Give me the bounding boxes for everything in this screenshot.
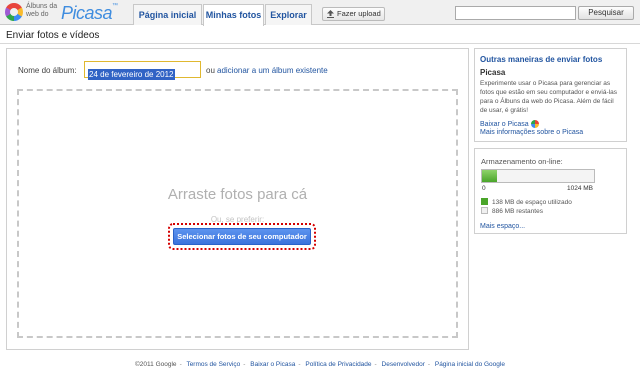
search-input[interactable]: [455, 6, 576, 20]
footer-privacy-link[interactable]: Política de Privacidade: [305, 361, 371, 368]
upload-button-label: Fazer upload: [337, 9, 381, 18]
footer-copyright: ©2011 Google: [135, 361, 177, 368]
album-name-value: 24 de fevereiro de 2012: [88, 69, 175, 80]
picasa-logo-icon: [5, 3, 23, 21]
select-photos-button[interactable]: Selecionar fotos de seu computador: [173, 228, 311, 245]
storage-title: Armazenamento on-line:: [481, 157, 563, 166]
logo-brand-text: Picasa: [61, 3, 113, 23]
storage-used-legend: 138 MB de espaço utilizado: [481, 198, 572, 206]
picasa-mini-icon: [531, 120, 539, 128]
upload-arrow-icon: [327, 10, 334, 18]
drop-zone[interactable]: Arraste fotos para cá Ou, se preferir: S…: [17, 89, 458, 338]
tab-explore[interactable]: Explorar: [265, 4, 312, 25]
footer: ©2011 Google - Termos de Serviço - Baixar …: [135, 361, 505, 368]
storage-progress-fill: [482, 170, 498, 182]
storage-free-legend: 886 MB restantes: [481, 207, 543, 215]
picasa-subtitle: Picasa: [480, 68, 506, 77]
logo-trademark: ™: [112, 3, 118, 9]
logo-line1: Álbuns da: [26, 3, 58, 10]
other-upload-methods-box: Outras maneiras de enviar fotos Picasa E…: [474, 48, 627, 142]
more-space-link[interactable]: Mais espaço...: [480, 223, 525, 230]
used-swatch: [481, 198, 488, 205]
storage-min-label: 0: [482, 185, 486, 192]
storage-used-text: 138 MB de espaço utilizado: [492, 199, 572, 206]
download-picasa-link[interactable]: Baixar o Picasa: [480, 121, 529, 128]
footer-developer-link[interactable]: Desenvolvedor: [382, 361, 425, 368]
more-info-picasa-link[interactable]: Mais informações sobre o Picasa: [480, 129, 583, 136]
drop-zone-title: Arraste fotos para cá: [167, 186, 308, 203]
logo-brand: Picasa™: [61, 3, 118, 24]
footer-google-home-link[interactable]: Página inicial do Google: [435, 361, 505, 368]
storage-free-text: 886 MB restantes: [492, 208, 543, 215]
storage-max-label: 1024 MB: [567, 185, 594, 192]
top-bar: Álbuns da web do Picasa™ Página inicial …: [0, 0, 640, 26]
album-name-input[interactable]: 24 de fevereiro de 2012: [84, 61, 201, 80]
title-divider: [0, 43, 640, 44]
page-title: Enviar fotos e vídeos: [6, 30, 100, 41]
add-to-existing-album-link[interactable]: adicionar a um álbum existente: [217, 66, 328, 75]
logo-caption: Álbuns da web do: [26, 3, 62, 19]
storage-box: Armazenamento on-line: 0 1024 MB 138 MB …: [474, 148, 627, 234]
logo-line2: web do: [26, 11, 49, 18]
upload-panel: Nome do álbum: 24 de fevereiro de 2012 o…: [6, 48, 469, 350]
free-swatch: [481, 207, 488, 214]
other-ways-title: Outras maneiras de enviar fotos: [480, 55, 603, 64]
tab-my-photos[interactable]: Minhas fotos: [203, 4, 264, 26]
tab-home[interactable]: Página inicial: [133, 4, 202, 25]
footer-terms-link[interactable]: Termos de Serviço: [186, 361, 240, 368]
upload-button[interactable]: Fazer upload: [322, 7, 385, 21]
picasa-description: Experimente usar o Picasa para gerenciar…: [480, 80, 617, 114]
storage-progress-bar: [481, 169, 595, 183]
picasa-logo[interactable]: Álbuns da web do Picasa™: [5, 2, 123, 23]
album-name-label: Nome do álbum:: [18, 66, 77, 75]
footer-download-link[interactable]: Baixar o Picasa: [250, 361, 295, 368]
search-button[interactable]: Pesquisar: [578, 6, 634, 20]
album-or-text: ou: [206, 66, 215, 75]
